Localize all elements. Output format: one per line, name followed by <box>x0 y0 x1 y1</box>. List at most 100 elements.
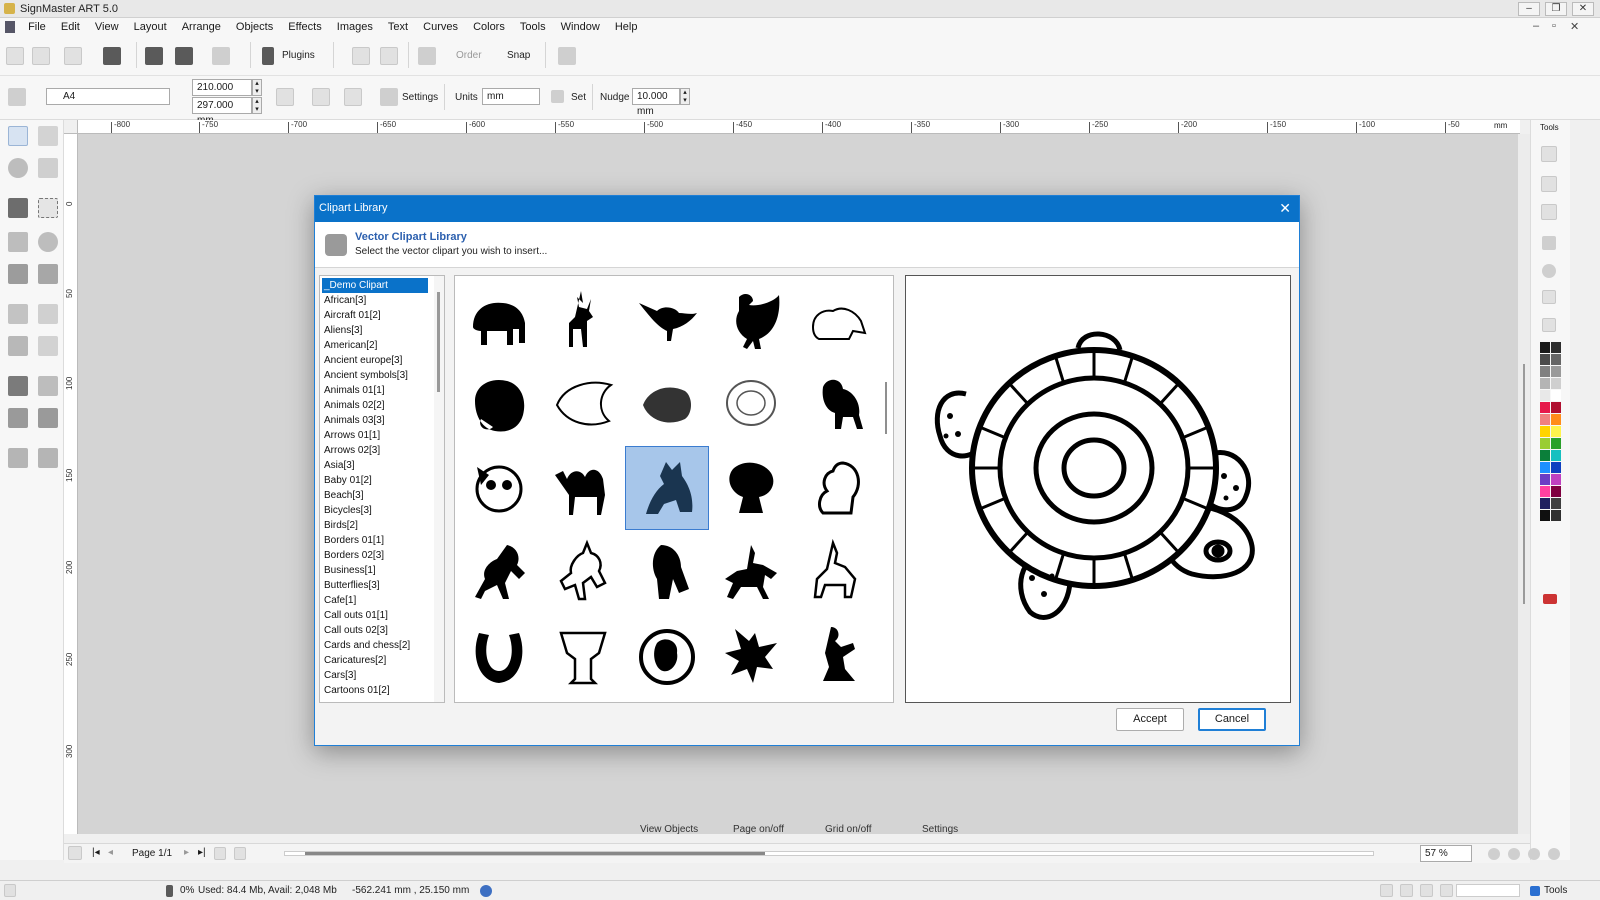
height-spinner[interactable]: ▴ ▾ <box>252 97 262 114</box>
cut-output-icon[interactable] <box>175 47 193 65</box>
panel-pen-icon[interactable] <box>1542 318 1556 332</box>
text-tool-icon[interactable] <box>8 198 28 218</box>
add-page-icon[interactable] <box>312 88 330 106</box>
zoom-out-icon[interactable] <box>1508 848 1520 860</box>
next-page-icon[interactable]: ▸ <box>184 847 189 858</box>
menu-effects[interactable]: Effects <box>282 18 327 36</box>
zoom-tool-icon[interactable] <box>8 158 28 178</box>
shapes-tool-icon[interactable] <box>8 264 28 284</box>
snap-menu[interactable]: Snap <box>507 50 530 61</box>
category-item[interactable]: Call outs 01[1] <box>322 608 428 623</box>
color-swatch[interactable] <box>1540 390 1550 401</box>
color-swatch[interactable] <box>1551 354 1561 365</box>
fill-bucket-icon[interactable] <box>558 47 576 65</box>
horizontal-scrollbar[interactable] <box>284 851 1374 856</box>
color-swatch[interactable] <box>1540 474 1550 485</box>
pan-tool-icon[interactable] <box>38 158 58 178</box>
category-item[interactable]: Aircraft 01[2] <box>322 308 428 323</box>
color-swatch[interactable] <box>1551 402 1561 413</box>
color-swatch[interactable] <box>1540 510 1550 521</box>
minimize-button[interactable]: – <box>1518 2 1540 16</box>
settings-icon[interactable] <box>380 88 398 106</box>
category-scrollbar[interactable] <box>434 276 444 702</box>
color-swatch[interactable] <box>1551 486 1561 497</box>
save-icon[interactable] <box>103 47 121 65</box>
status-combine-icon[interactable] <box>1420 884 1433 897</box>
tropical-fish-icon[interactable] <box>625 362 709 446</box>
view-settings-button[interactable]: Settings <box>922 824 958 835</box>
menu-layout[interactable]: Layout <box>128 18 173 36</box>
status-filter-icon[interactable] <box>1440 884 1453 897</box>
units-select[interactable]: mm <box>482 88 540 105</box>
hscroll-thumb[interactable] <box>305 852 765 855</box>
info-icon[interactable] <box>480 885 492 897</box>
color-swatch[interactable] <box>1540 378 1550 389</box>
plugin-cup-icon[interactable] <box>212 47 230 65</box>
bird-icon[interactable] <box>625 278 709 362</box>
close-button[interactable]: ✕ <box>1572 2 1594 16</box>
category-item[interactable]: Cars[3] <box>322 668 428 683</box>
category-item[interactable]: American[2] <box>322 338 428 353</box>
dialog-close-icon[interactable]: ✕ <box>1279 200 1291 217</box>
horse-rider-icon[interactable] <box>709 530 793 614</box>
color-swatch[interactable] <box>1551 366 1561 377</box>
new-document-icon[interactable] <box>6 47 24 65</box>
color-swatch[interactable] <box>1540 426 1550 437</box>
import-icon[interactable] <box>64 47 82 65</box>
category-item[interactable]: Ancient europe[3] <box>322 353 428 368</box>
open-document-icon[interactable] <box>32 47 50 65</box>
grid-toggle-button[interactable]: Grid on/off <box>825 824 872 835</box>
color-swatch[interactable] <box>1551 462 1561 473</box>
status-copy-icon[interactable] <box>1380 884 1393 897</box>
grid-scrollbar[interactable] <box>879 276 893 702</box>
color-swatch[interactable] <box>1551 498 1561 509</box>
set-icon[interactable] <box>551 90 564 103</box>
category-item[interactable]: Cards and chess[2] <box>322 638 428 653</box>
zoom-in-icon[interactable] <box>1488 848 1500 860</box>
category-item[interactable]: Ancient symbols[3] <box>322 368 428 383</box>
plugins-icon[interactable] <box>262 47 274 65</box>
panel-fill-icon[interactable] <box>1542 236 1556 250</box>
text-on-path-tool-icon[interactable] <box>8 376 28 396</box>
clipart-grid[interactable] <box>454 275 894 703</box>
order-menu[interactable]: Order <box>456 50 482 61</box>
restore-button[interactable]: ❐ <box>1545 2 1567 16</box>
panel-layer-icon[interactable] <box>1541 176 1557 192</box>
accept-button[interactable]: Accept <box>1116 708 1184 731</box>
page-list-icon[interactable] <box>68 846 82 860</box>
set-button[interactable]: Set <box>571 92 586 103</box>
image-tool-icon[interactable] <box>8 408 28 428</box>
text-frame-tool-icon[interactable] <box>38 198 58 218</box>
camel-icon[interactable] <box>541 446 625 530</box>
zeus-medallion-icon[interactable] <box>625 614 709 698</box>
category-item[interactable]: Cartoons 01[2] <box>322 683 428 698</box>
category-item[interactable]: Arrows 01[1] <box>322 428 428 443</box>
node-edit-tool-icon[interactable] <box>38 126 58 146</box>
brush-tool-icon[interactable] <box>38 304 58 324</box>
page-toggle-button[interactable]: Page on/off <box>733 824 784 835</box>
menu-view[interactable]: View <box>89 18 125 36</box>
vertical-scrollbar[interactable] <box>1518 134 1530 834</box>
settings-button[interactable]: Settings <box>402 92 438 103</box>
nudge-input[interactable]: 10.000 mm <box>632 88 680 117</box>
color-swatch[interactable] <box>1551 438 1561 449</box>
unicorn-icon[interactable] <box>541 530 625 614</box>
menu-tools[interactable]: Tools <box>514 18 552 36</box>
color-swatch[interactable] <box>1551 390 1561 401</box>
color-swatch[interactable] <box>1551 426 1561 437</box>
category-item[interactable]: Arrows 02[3] <box>322 443 428 458</box>
color-swatch[interactable] <box>1540 402 1550 413</box>
squirrel-icon[interactable] <box>793 446 877 530</box>
scroll-thumb[interactable] <box>1523 364 1525 604</box>
view-objects-button[interactable]: View Objects <box>640 824 698 835</box>
category-scroll-thumb[interactable] <box>437 292 440 392</box>
order-icon[interactable] <box>418 47 436 65</box>
color-swatch[interactable] <box>1540 450 1550 461</box>
color-swatch[interactable] <box>1551 342 1561 353</box>
horse-head-icon[interactable] <box>625 530 709 614</box>
panel-lines-icon[interactable] <box>1542 290 1556 304</box>
add-page-icon[interactable] <box>214 847 226 860</box>
select-tool-icon[interactable] <box>8 126 28 146</box>
ruler-origin[interactable] <box>64 120 78 133</box>
palette-menu-icon[interactable] <box>1543 594 1557 604</box>
